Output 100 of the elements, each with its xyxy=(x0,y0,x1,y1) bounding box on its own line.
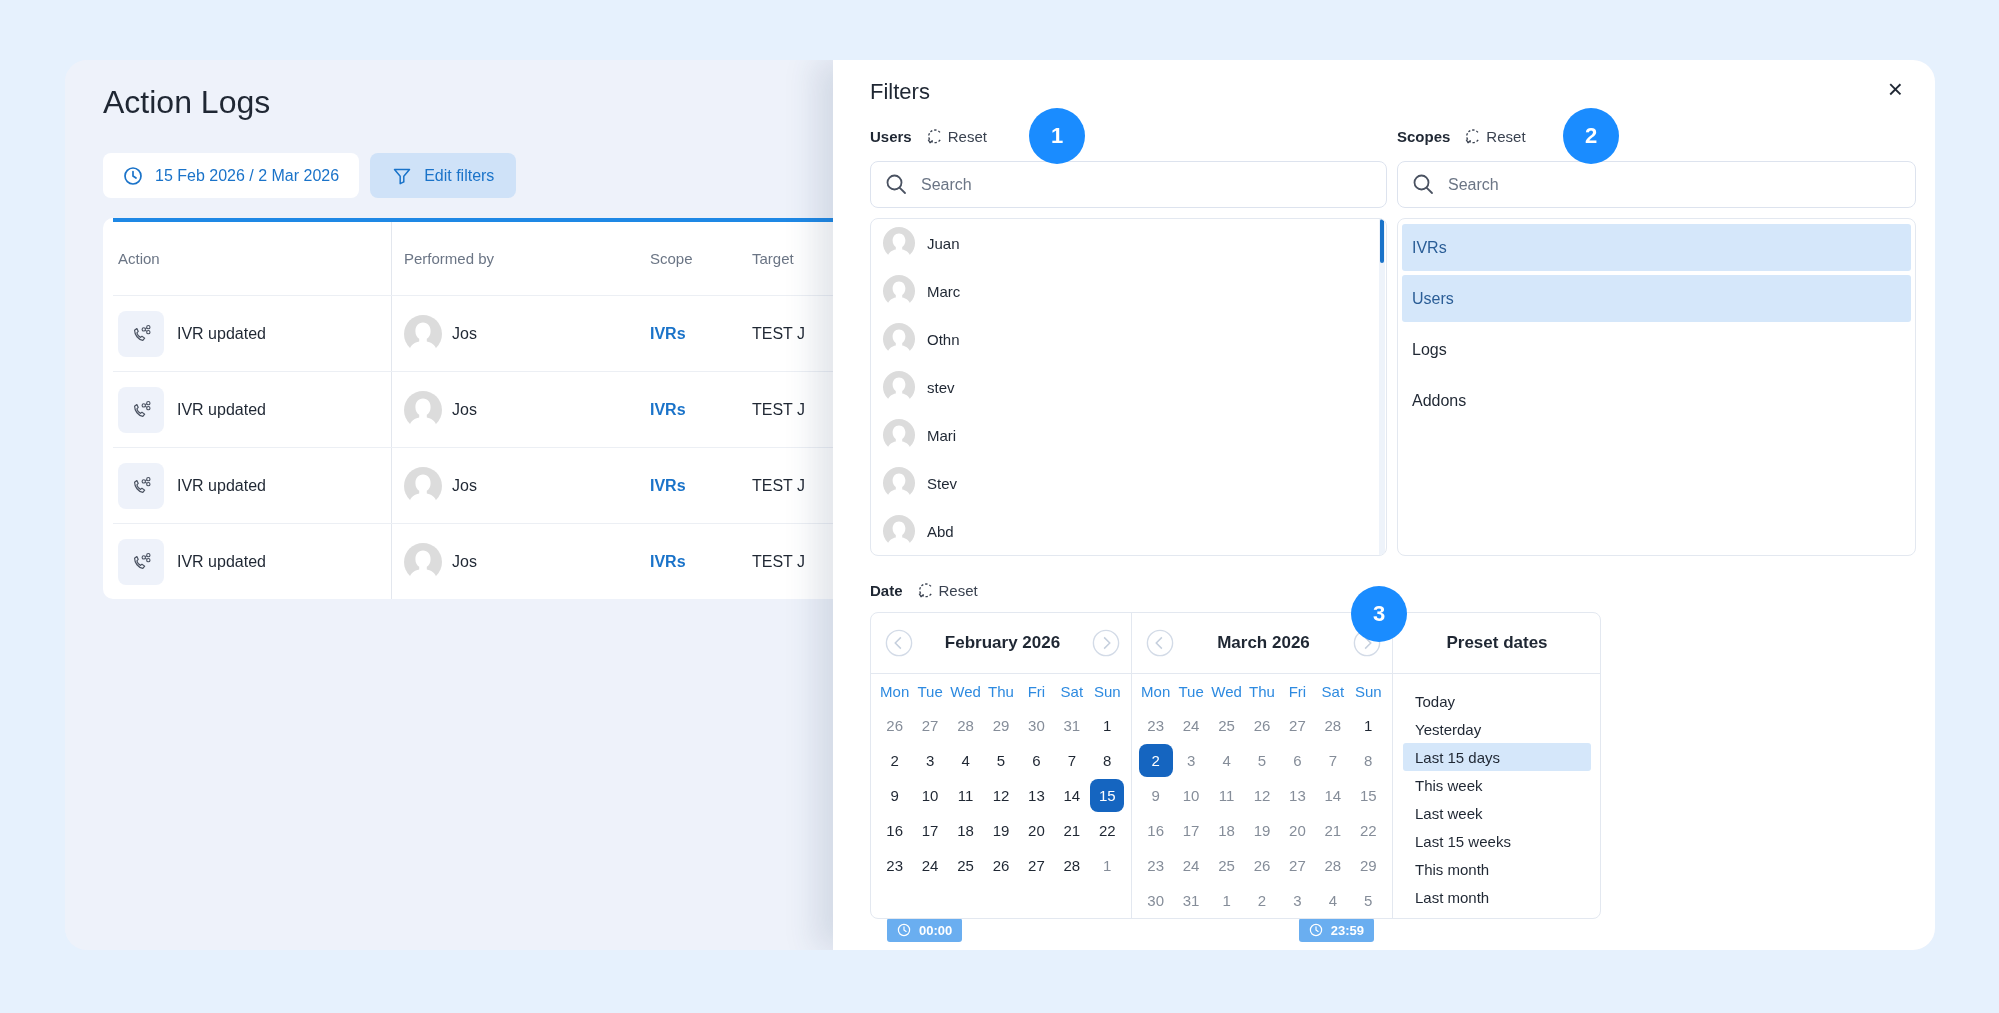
calendar-day[interactable]: 29 xyxy=(1351,849,1386,882)
calendar-day[interactable]: 19 xyxy=(1245,814,1279,847)
calendar-day[interactable]: 14 xyxy=(1315,779,1350,812)
preset-option[interactable]: Last 15 weeks xyxy=(1403,827,1591,855)
user-option[interactable]: Juan xyxy=(927,234,960,252)
calendar-day[interactable]: 27 xyxy=(1019,849,1054,882)
next-month-button[interactable] xyxy=(1092,629,1120,657)
user-option[interactable]: Mari xyxy=(927,426,957,444)
calendar-day[interactable]: 16 xyxy=(877,814,912,847)
calendar-day[interactable]: 27 xyxy=(1280,849,1315,882)
calendar-day[interactable]: 18 xyxy=(948,814,983,847)
scope-link[interactable]: IVRs xyxy=(650,324,752,343)
calendar-day[interactable]: 20 xyxy=(1019,814,1054,847)
user-option[interactable]: Marc xyxy=(927,282,961,300)
scope-link[interactable]: IVRs xyxy=(650,552,752,571)
calendar-day[interactable]: 10 xyxy=(913,779,948,812)
calendar-day[interactable]: 29 xyxy=(984,709,1018,742)
calendar-day[interactable]: 8 xyxy=(1090,744,1125,777)
calendar-day[interactable]: 11 xyxy=(1209,779,1244,812)
calendar-day[interactable]: 4 xyxy=(1209,744,1244,777)
prev-month-button[interactable] xyxy=(885,629,913,657)
calendar-day[interactable]: 15 xyxy=(1351,779,1386,812)
reset-button[interactable]: Reset xyxy=(916,581,978,599)
scope-link[interactable]: IVRs xyxy=(650,476,752,495)
calendar-day[interactable]: 18 xyxy=(1209,814,1244,847)
calendar-day[interactable]: 5 xyxy=(984,744,1018,777)
search-field[interactable]: Search xyxy=(870,161,1387,208)
calendar-day[interactable]: 31 xyxy=(1054,709,1089,742)
calendar-day[interactable]: 2 xyxy=(1245,884,1279,917)
calendar-day[interactable]: 6 xyxy=(1019,744,1054,777)
calendar-day[interactable]: 30 xyxy=(1019,709,1054,742)
calendar-day[interactable]: 22 xyxy=(1090,814,1125,847)
calendar-day[interactable]: 1 xyxy=(1209,884,1244,917)
calendar-day[interactable]: 30 xyxy=(1138,884,1173,917)
calendar-day[interactable]: 23 xyxy=(1138,849,1173,882)
user-option[interactable]: stev xyxy=(927,378,955,396)
calendar-day[interactable]: 7 xyxy=(1315,744,1350,777)
preset-option[interactable]: This month xyxy=(1403,855,1591,883)
calendar-day[interactable]: 23 xyxy=(877,849,912,882)
preset-option[interactable]: Last week xyxy=(1403,799,1591,827)
calendar-day[interactable]: 1 xyxy=(1090,849,1125,882)
calendar-day[interactable]: 21 xyxy=(1054,814,1089,847)
calendar-day[interactable]: 5 xyxy=(1351,884,1386,917)
calendar-day[interactable]: 26 xyxy=(877,709,912,742)
user-option[interactable]: Abd xyxy=(927,522,954,540)
calendar-day[interactable]: 22 xyxy=(1351,814,1386,847)
search-field[interactable]: Search xyxy=(1397,161,1916,208)
user-option[interactable]: Stev xyxy=(927,474,957,492)
calendar-day[interactable]: 5 xyxy=(1245,744,1279,777)
reset-button[interactable]: Reset xyxy=(925,127,987,145)
user-option[interactable]: Othn xyxy=(927,330,960,348)
calendar-day[interactable]: 27 xyxy=(1280,709,1315,742)
scope-option[interactable]: Addons xyxy=(1402,377,1911,424)
preset-option[interactable]: Last 15 days xyxy=(1403,743,1591,771)
calendar-day[interactable]: 20 xyxy=(1280,814,1315,847)
calendar-day[interactable]: 28 xyxy=(1315,849,1350,882)
calendar-day[interactable]: 24 xyxy=(913,849,948,882)
calendar-day[interactable]: 28 xyxy=(1315,709,1350,742)
calendar-day[interactable]: 27 xyxy=(913,709,948,742)
calendar-day[interactable]: 3 xyxy=(1280,884,1315,917)
calendar-day[interactable]: 4 xyxy=(1315,884,1350,917)
preset-option[interactable]: Today xyxy=(1403,687,1591,715)
preset-option[interactable]: This week xyxy=(1403,771,1591,799)
calendar-day[interactable]: 16 xyxy=(1138,814,1173,847)
calendar-day[interactable]: 28 xyxy=(1054,849,1089,882)
preset-option[interactable]: Yesterday xyxy=(1403,715,1591,743)
calendar-day[interactable]: 10 xyxy=(1174,779,1209,812)
calendar-day[interactable]: 13 xyxy=(1019,779,1054,812)
calendar-day[interactable]: 26 xyxy=(1245,849,1279,882)
calendar-day[interactable]: 14 xyxy=(1054,779,1089,812)
scrollbar-thumb[interactable] xyxy=(1380,219,1384,263)
calendar-day[interactable]: 11 xyxy=(948,779,983,812)
reset-button[interactable]: Reset xyxy=(1464,127,1526,145)
calendar-day[interactable]: 1 xyxy=(1090,709,1125,742)
calendar-day[interactable]: 12 xyxy=(1245,779,1279,812)
calendar-day[interactable]: 9 xyxy=(877,779,912,812)
calendar-day[interactable]: 3 xyxy=(1174,744,1209,777)
scope-option[interactable]: IVRs xyxy=(1402,224,1911,271)
calendar-day[interactable]: 26 xyxy=(1245,709,1279,742)
calendar-day[interactable]: 26 xyxy=(984,849,1018,882)
calendar-day[interactable]: 24 xyxy=(1174,709,1209,742)
calendar-day[interactable]: 15 xyxy=(1090,779,1125,812)
calendar-day[interactable]: 9 xyxy=(1138,779,1173,812)
edit-filters-button[interactable]: Edit filters xyxy=(370,153,517,198)
calendar-day[interactable]: 24 xyxy=(1174,849,1209,882)
calendar-day[interactable]: 3 xyxy=(913,744,948,777)
calendar-day[interactable]: 2 xyxy=(1138,744,1173,777)
close-button[interactable]: × xyxy=(1881,74,1909,104)
calendar-day[interactable]: 6 xyxy=(1280,744,1315,777)
calendar-day[interactable]: 7 xyxy=(1054,744,1089,777)
calendar-day[interactable]: 13 xyxy=(1280,779,1315,812)
calendar-day[interactable]: 12 xyxy=(984,779,1018,812)
calendar-day[interactable]: 31 xyxy=(1174,884,1209,917)
calendar-day[interactable]: 25 xyxy=(948,849,983,882)
calendar-day[interactable]: 17 xyxy=(1174,814,1209,847)
calendar-day[interactable]: 4 xyxy=(948,744,983,777)
calendar-day[interactable]: 28 xyxy=(948,709,983,742)
calendar-day[interactable]: 17 xyxy=(913,814,948,847)
scope-link[interactable]: IVRs xyxy=(650,400,752,419)
calendar-day[interactable]: 8 xyxy=(1351,744,1386,777)
